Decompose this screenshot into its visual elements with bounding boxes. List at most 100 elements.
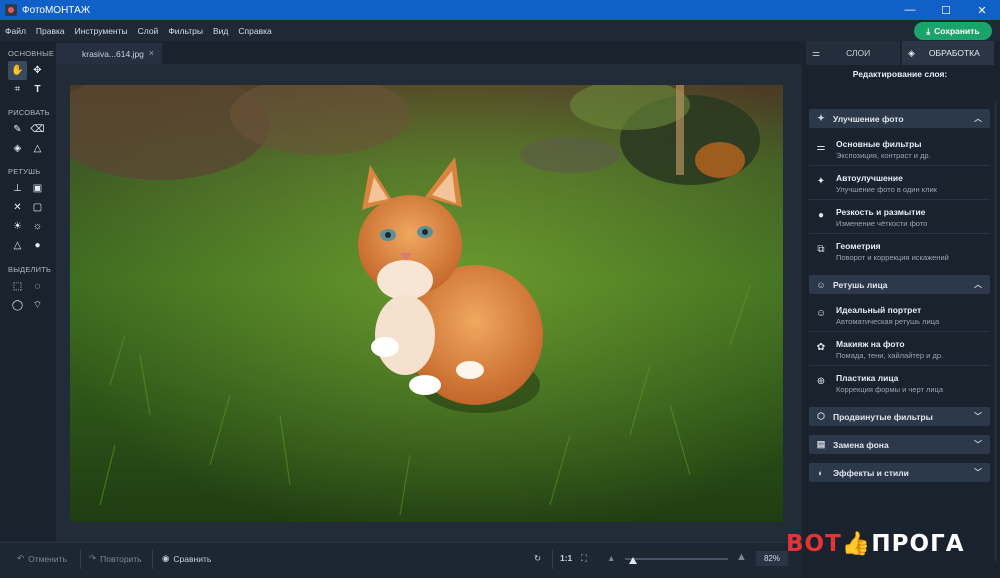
- mountain-small-icon: ▲: [607, 553, 616, 563]
- redo-button[interactable]: ↷ Повторить: [89, 553, 142, 564]
- item-makeup[interactable]: ✿ Макияж на фото Помада, тени, хайлайтер…: [809, 333, 990, 366]
- item-face-plastic[interactable]: ⊕ Пластика лица Коррекция формы и черт л…: [809, 367, 990, 400]
- tool-section-basic: ОСНОВНЫЕ ✋ ✥ ⌗ T: [8, 49, 55, 99]
- item-subtitle: Улучшение фото в один клик: [836, 185, 937, 194]
- item-title: Идеальный портрет: [836, 305, 922, 315]
- canvas-area[interactable]: [56, 64, 802, 542]
- menu-layer[interactable]: Слой: [133, 26, 164, 36]
- poly-lasso-tool-icon[interactable]: ⌔: [28, 296, 47, 315]
- sharpen-tool-icon[interactable]: △: [8, 236, 27, 255]
- item-auto-enhance[interactable]: ✦ Автоулучшение Улучшение фото в один кл…: [809, 167, 990, 200]
- group-background-replace[interactable]: ▤ Замена фона ﹀: [809, 435, 990, 454]
- thumb-icon: 👍: [841, 531, 872, 557]
- watermark-right: ПРОГА: [871, 531, 965, 557]
- group-label: Продвинутые фильтры: [833, 411, 933, 422]
- tool-section-label: ОСНОВНЫЕ: [8, 49, 55, 58]
- menu-bar: Файл Правка Инструменты Слой Фильтры Вид…: [0, 20, 1000, 41]
- document-tab-label: krasiva...614.jpg: [82, 48, 144, 59]
- item-sharpen-blur[interactable]: ● Резкость и размытие Изменение чёткости…: [809, 201, 990, 234]
- eye-icon: ◉: [162, 553, 170, 563]
- patch-tool-icon[interactable]: ▣: [28, 179, 47, 198]
- healing-tool-icon[interactable]: ✕: [8, 198, 27, 217]
- photo-image[interactable]: [70, 85, 783, 522]
- zoom-slider-handle[interactable]: [629, 557, 638, 564]
- item-geometry[interactable]: ⧉ Геометрия Поворот и коррекция искажени…: [809, 235, 990, 268]
- drop-icon: ●: [817, 210, 825, 221]
- shapes-tool-icon[interactable]: △: [28, 139, 47, 158]
- frame-tool-icon[interactable]: ▢: [28, 198, 47, 217]
- fit-screen-button[interactable]: ⛶: [581, 553, 587, 564]
- compare-button[interactable]: ◉ Сравнить: [162, 553, 211, 564]
- filters-icon: ⬡: [817, 411, 825, 421]
- redo-label: Повторить: [100, 553, 142, 564]
- tool-section-label: РИСОВАТЬ: [8, 108, 50, 117]
- close-tab-icon[interactable]: ×: [149, 48, 154, 58]
- tool-section-retouch: РЕТУШЬ ⊥ ▣ ✕ ▢ ☀ ☼ △ ●: [8, 167, 52, 255]
- maximize-button[interactable]: ☐: [928, 0, 964, 20]
- zoom-slider[interactable]: [625, 558, 728, 560]
- rotate-icon: ↻: [534, 553, 542, 563]
- minimize-button[interactable]: —: [892, 0, 928, 20]
- panel-tabs: ⚌ СЛОИ ◈ ОБРАБОТКА: [804, 41, 996, 65]
- save-button-label: Сохранить: [934, 26, 980, 36]
- chevron-down-icon: ﹀: [974, 440, 982, 449]
- layers-icon: ◈: [908, 47, 915, 58]
- save-button[interactable]: ⤓ Сохранить: [914, 22, 992, 40]
- compare-label: Сравнить: [173, 553, 212, 564]
- menu-tools[interactable]: Инструменты: [70, 26, 133, 36]
- watermark-left: ВОТ: [786, 531, 842, 557]
- item-title: Пластика лица: [836, 373, 899, 383]
- tab-layers[interactable]: ⚌ СЛОИ: [806, 41, 900, 65]
- ellipse-select-tool-icon[interactable]: ◌: [28, 277, 47, 296]
- item-subtitle: Коррекция формы и черт лица: [836, 385, 944, 394]
- magic-wand-icon: ✦: [816, 176, 826, 187]
- fill-tool-icon[interactable]: ◈: [8, 139, 27, 158]
- group-effects-styles[interactable]: ◐ Эффекты и стили ﹀: [809, 463, 990, 482]
- rotate-button[interactable]: ↻: [534, 553, 541, 564]
- chevron-up-icon: ︿: [974, 114, 982, 123]
- zoom-value[interactable]: 82%: [756, 551, 788, 566]
- undo-button[interactable]: ↶ Отменить: [17, 553, 67, 564]
- document-tab-strip: krasiva...614.jpg ×: [56, 41, 802, 64]
- item-basic-filters[interactable]: ⚌ Основные фильтры Экспозиция, контраст …: [809, 133, 990, 166]
- blur-tool-icon[interactable]: ●: [28, 236, 47, 255]
- actual-size-button[interactable]: 1:1: [560, 553, 572, 563]
- crop-tool-icon[interactable]: ⌗: [8, 80, 27, 99]
- menu-filters[interactable]: Фильтры: [163, 26, 208, 36]
- app-logo-icon: [5, 4, 17, 16]
- group-photo-enhancement[interactable]: ✦ Улучшение фото ︿: [809, 109, 990, 128]
- panel-title: Редактирование слоя:: [852, 69, 948, 79]
- tab-processing[interactable]: ◈ ОБРАБОТКА: [902, 41, 994, 65]
- menu-file[interactable]: Файл: [0, 26, 31, 36]
- document-tab[interactable]: krasiva...614.jpg ×: [56, 43, 162, 64]
- zoom-out-button[interactable]: ▲: [607, 553, 615, 563]
- brush-tool-icon[interactable]: ✎: [8, 120, 27, 139]
- undo-label: Отменить: [28, 553, 67, 564]
- burn-tool-icon[interactable]: ☼: [28, 217, 47, 236]
- text-tool-icon[interactable]: T: [28, 80, 47, 99]
- panel-scrollbar[interactable]: [994, 101, 997, 561]
- tool-section-select: ВЫДЕЛИТЬ ⬚ ◌ ◯ ⌔: [8, 265, 52, 315]
- move-tool-icon[interactable]: ✥: [28, 61, 47, 80]
- chevron-up-icon: ︿: [974, 280, 982, 289]
- dodge-tool-icon[interactable]: ☀: [8, 217, 27, 236]
- close-button[interactable]: ✕: [964, 0, 1000, 20]
- rect-select-tool-icon[interactable]: ⬚: [8, 277, 27, 296]
- lasso-tool-icon[interactable]: ◯: [8, 296, 27, 315]
- menu-help[interactable]: Справка: [233, 26, 276, 36]
- zoom-in-button[interactable]: ▲: [736, 551, 747, 563]
- tool-palette: ОСНОВНЫЕ ✋ ✥ ⌗ T РИСОВАТЬ ✎ ⌫ ◈ △ РЕТУШЬ…: [0, 41, 56, 541]
- fit-screen-icon: ⛶: [581, 553, 587, 563]
- stamp-tool-icon[interactable]: ⊥: [8, 179, 27, 198]
- item-subtitle: Поворот и коррекция искажений: [836, 253, 949, 262]
- group-advanced-filters[interactable]: ⬡ Продвинутые фильтры ﹀: [809, 407, 990, 426]
- menu-edit[interactable]: Правка: [31, 26, 70, 36]
- hand-tool-icon[interactable]: ✋: [8, 61, 27, 80]
- group-face-retouch[interactable]: ☺ Ретушь лица ︿: [809, 275, 990, 294]
- background-icon: ▤: [816, 439, 826, 449]
- eraser-tool-icon[interactable]: ⌫: [28, 120, 47, 139]
- divider: [552, 549, 553, 569]
- menu-view[interactable]: Вид: [208, 26, 233, 36]
- bottom-bar: ↶ Отменить ↷ Повторить ◉ Сравнить ↻ 1:1 …: [0, 542, 802, 575]
- item-ideal-portrait[interactable]: ☺ Идеальный портрет Автоматическая ретуш…: [809, 299, 990, 332]
